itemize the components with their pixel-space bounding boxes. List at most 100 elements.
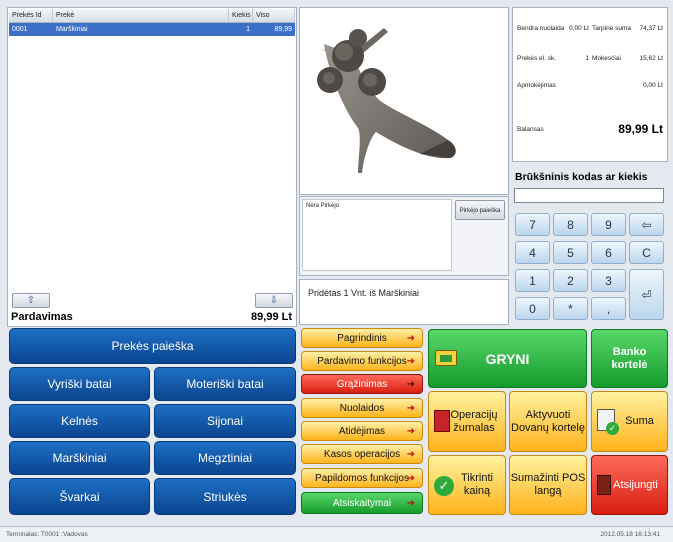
menu-extra-label: Papildomos funkcijos <box>315 472 409 484</box>
col-header-id[interactable]: Prekės Id <box>9 9 53 22</box>
cart-total: 89,99 Lt <box>251 311 292 323</box>
activate-gift-card-button[interactable]: Aktyvuoti Dovanų kortelę <box>509 391 587 452</box>
logout-button[interactable]: Atsijungti <box>591 455 668 515</box>
mode-label: Pardavimas <box>11 311 73 323</box>
arrow-right-icon: ➜ <box>406 356 415 367</box>
product-image <box>317 28 456 173</box>
sum-button[interactable]: ✓ Suma <box>591 391 668 452</box>
menu-main-label: Pagrindinis <box>337 332 387 344</box>
cell-qty: 1 <box>246 26 250 33</box>
cash-payment-button[interactable]: GRYNI <box>428 329 587 388</box>
menu-sales-functions[interactable]: Pardavimo funkcijos ➜ <box>301 351 423 371</box>
status-datetime: 2012.05.18 16:13:41 <box>600 531 660 538</box>
buyer-label: Nėra Pirkėjo <box>306 203 340 209</box>
cash-icon <box>435 350 457 366</box>
balance-value: 89,99 Lt <box>618 122 663 136</box>
menu-returns[interactable]: Grąžinimas ➜ <box>301 374 423 394</box>
menu-sales-label: Pardavimo funkcijos <box>317 355 407 367</box>
col-header-item[interactable]: Prekė <box>53 9 229 22</box>
key-star[interactable]: * <box>553 297 588 320</box>
menu-main[interactable]: Pagrindinis ➜ <box>301 328 423 348</box>
arrow-right-icon: ➜ <box>406 498 415 509</box>
col-header-qty[interactable]: Kiekis <box>229 9 253 22</box>
category-men-shoes[interactable]: Vyriški batai <box>9 367 150 401</box>
key-7[interactable]: 7 <box>515 213 550 236</box>
arrow-right-icon: ➜ <box>406 426 415 437</box>
minimize-pos-label: Sumažinti POS langą <box>510 472 586 497</box>
menu-cash-operations[interactable]: Kasos operacijos ➜ <box>301 444 423 464</box>
arrow-right-icon: ➜ <box>406 403 415 414</box>
menu-cash-label: Kasos operacijos <box>323 448 401 460</box>
menu-returns-label: Grąžinimas <box>336 378 388 390</box>
arrow-right-icon: ➜ <box>406 333 415 344</box>
menu-postpone-label: Atidėjimas <box>338 425 386 437</box>
category-shirts[interactable]: Marškiniai <box>9 441 150 475</box>
key-0[interactable]: 0 <box>515 297 550 320</box>
key-clear[interactable]: C <box>629 241 664 264</box>
count-value: 1 <box>585 55 589 62</box>
activate-gift-card-label: Aktyvuoti Dovanų kortelę <box>511 408 585 434</box>
operations-journal-button[interactable]: Operacijų žurnalas <box>428 391 506 452</box>
key-8[interactable]: 8 <box>553 213 588 236</box>
status-bar: Terminalas: T0001 :Vadovas 2012.05.18 16… <box>0 526 673 542</box>
key-backspace[interactable]: ⇦ <box>629 213 664 236</box>
key-2[interactable]: 2 <box>553 269 588 292</box>
category-skirts[interactable]: Sijonai <box>154 404 296 438</box>
arrow-right-icon: ➜ <box>406 473 415 484</box>
check-price-button[interactable]: ✓ Tikrinti kainą <box>428 455 506 515</box>
card-payment-button[interactable]: Banko kortelė <box>591 329 668 388</box>
buyer-field[interactable]: Nėra Pirkėjo <box>302 199 452 271</box>
subtotal-value: 74,37 Lt <box>639 25 664 32</box>
discount-label: Bendra nuolaida <box>517 25 565 32</box>
cell-total: 89,99 <box>274 26 292 33</box>
table-row[interactable]: 0001 Marškiniai 1 89,99 <box>9 23 295 36</box>
summary-panel: Bendra nuolaida 0,00 Lt Tarpinė suma 74,… <box>512 7 668 162</box>
scroll-down-button[interactable]: ⇩ <box>255 293 293 308</box>
logout-icon <box>597 475 611 495</box>
book-icon <box>434 410 450 432</box>
cash-payment-label: GRYNI <box>485 350 530 367</box>
key-comma[interactable]: , <box>591 297 626 320</box>
scroll-up-button[interactable]: ⇧ <box>12 293 50 308</box>
minimize-pos-button[interactable]: Sumažinti POS langą <box>509 455 587 515</box>
key-3[interactable]: 3 <box>591 269 626 292</box>
message-panel: Pridėtas 1 Vnt. iš Marškiniai <box>299 279 509 325</box>
message-text: Pridėtas 1 Vnt. iš Marškiniai <box>308 288 420 298</box>
category-sweaters[interactable]: Megztiniai <box>154 441 296 475</box>
buyer-search-button[interactable]: Pirkėjo paieška <box>455 200 505 220</box>
card-payment-label: Banko kortelė <box>611 345 648 371</box>
balance-label: Balansas <box>517 126 544 133</box>
category-coats[interactable]: Striukės <box>154 478 296 515</box>
key-6[interactable]: 6 <box>591 241 626 264</box>
menu-reports-label: Atsiskaitymai <box>332 497 392 509</box>
menu-extra-functions[interactable]: Papildomos funkcijos ➜ <box>301 468 423 488</box>
tax-label: Mokesčiai <box>592 55 621 62</box>
category-women-shoes[interactable]: Moteriški batai <box>154 367 296 401</box>
product-image-panel <box>299 7 509 195</box>
menu-discounts-label: Nuolaidos <box>339 402 385 414</box>
key-1[interactable]: 1 <box>515 269 550 292</box>
checkmark-icon: ✓ <box>434 476 454 496</box>
barcode-input[interactable] <box>514 188 664 203</box>
category-pants[interactable]: Kelnės <box>9 404 150 438</box>
key-9[interactable]: 9 <box>591 213 626 236</box>
arrow-right-icon: ➜ <box>406 379 415 390</box>
menu-postpone[interactable]: Atidėjimas ➜ <box>301 421 423 441</box>
product-search-button[interactable]: Prekės paieška <box>9 328 296 364</box>
discount-value: 0,00 Lt <box>569 25 589 32</box>
paid-label: Apmokėjimas <box>517 82 557 89</box>
col-header-total[interactable]: Viso <box>253 9 295 22</box>
menu-discounts[interactable]: Nuolaidos ➜ <box>301 398 423 418</box>
barcode-label: Brūkšninis kodas ar kiekis <box>515 171 648 183</box>
cell-id: 0001 <box>12 26 28 33</box>
category-jackets[interactable]: Švarkai <box>9 478 150 515</box>
menu-reports[interactable]: Atsiskaitymai ➜ <box>301 492 423 514</box>
key-4[interactable]: 4 <box>515 241 550 264</box>
cell-item: Marškiniai <box>56 26 88 33</box>
key-5[interactable]: 5 <box>553 241 588 264</box>
check-icon: ✓ <box>606 422 619 435</box>
arrow-right-icon: ➜ <box>406 449 415 460</box>
count-label: Prekės el. sk. <box>517 55 557 62</box>
cart-panel <box>7 7 297 327</box>
key-enter[interactable]: ⏎ <box>629 269 664 320</box>
